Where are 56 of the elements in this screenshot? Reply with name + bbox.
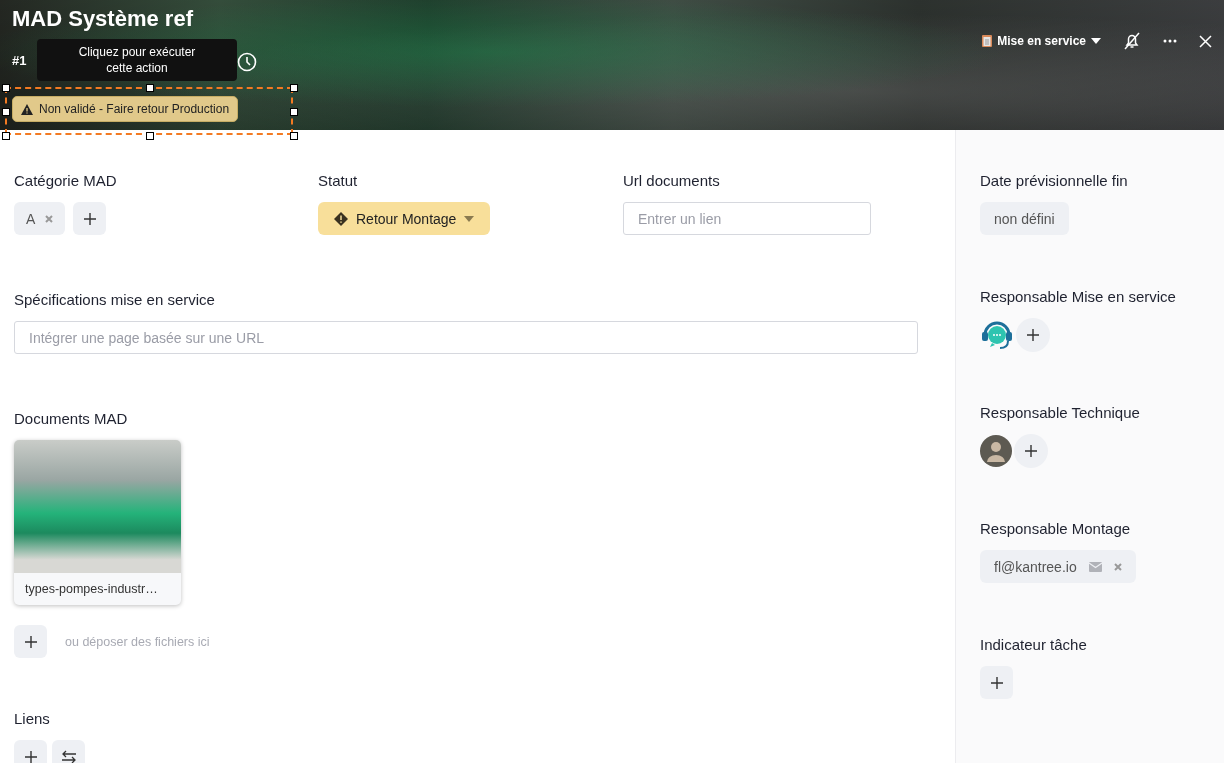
field-label: Liens [14, 710, 51, 727]
file-card[interactable]: types-pompes-industr… [14, 440, 181, 605]
warning-icon [21, 103, 33, 115]
bell-off-icon[interactable] [1123, 32, 1141, 50]
field-label: Date prévisionnelle fin [980, 172, 1129, 189]
more-icon[interactable] [1163, 39, 1177, 43]
resize-handle[interactable] [290, 84, 298, 92]
url-input-field[interactable]: Intégrer une page basée sur une URL [14, 321, 918, 354]
field-label: Catégorie MAD [14, 172, 118, 189]
field-label: Spécifications mise en service [14, 291, 216, 308]
caret-icon [1091, 38, 1101, 44]
plus-icon [23, 749, 38, 763]
plus-icon [989, 675, 1004, 690]
add-file-button[interactable] [14, 625, 47, 658]
date-chip[interactable]: non défini [980, 202, 1069, 235]
add-button[interactable] [73, 202, 107, 235]
close-icon[interactable] [1199, 34, 1212, 48]
card-number: #1 [12, 53, 27, 68]
resize-handle[interactable] [290, 132, 298, 140]
plus-icon [23, 634, 38, 649]
add-user-button[interactable] [1016, 318, 1050, 352]
stage-menu[interactable]: Mise en service [982, 34, 1101, 48]
resize-handle[interactable] [2, 108, 10, 116]
plus-icon [1024, 444, 1038, 458]
url-input-field[interactable]: Entrer un lien [623, 202, 871, 235]
plus-icon [82, 211, 97, 226]
resize-handle[interactable] [290, 108, 298, 116]
alert-diamond-icon [334, 211, 348, 226]
drop-hint: ou déposer des fichiers ici [65, 634, 210, 649]
field-label: Documents MAD [14, 410, 129, 427]
resize-handle[interactable] [146, 132, 154, 140]
card-title: MAD Système ref [12, 6, 193, 33]
field-label: Url documents [623, 172, 721, 189]
plus-icon [1026, 328, 1040, 342]
category-tag: A [14, 202, 66, 235]
add-indicator-button[interactable] [980, 666, 1013, 699]
avatar[interactable] [980, 435, 1012, 467]
field-label: Responsable Montage [980, 520, 1132, 537]
person-silhouette-icon [986, 440, 1006, 462]
status-dropdown[interactable]: Retour Montage [318, 202, 491, 235]
clipboard-icon [982, 35, 993, 47]
resize-handle[interactable] [2, 84, 10, 92]
caret-icon [464, 215, 475, 222]
swap-arrows-icon [60, 749, 77, 763]
clock-icon[interactable] [237, 52, 257, 72]
resize-handle[interactable] [2, 132, 10, 140]
email-tag: fl@kantree.io [980, 550, 1136, 583]
field-label: Responsable Technique [980, 404, 1141, 421]
field-label: Statut [318, 172, 359, 189]
file-name: types-pompes-industr… [24, 581, 159, 598]
tooltip: Cliquez pour exécuter cette action [37, 39, 237, 81]
resize-handle[interactable] [146, 84, 154, 92]
action-button[interactable]: Non validé - Faire retour Production [12, 96, 239, 122]
field-label: Indicateur tâche [980, 636, 1088, 653]
add-user-button[interactable] [1014, 434, 1048, 468]
field-label: Responsable Mise en service [980, 288, 1177, 305]
